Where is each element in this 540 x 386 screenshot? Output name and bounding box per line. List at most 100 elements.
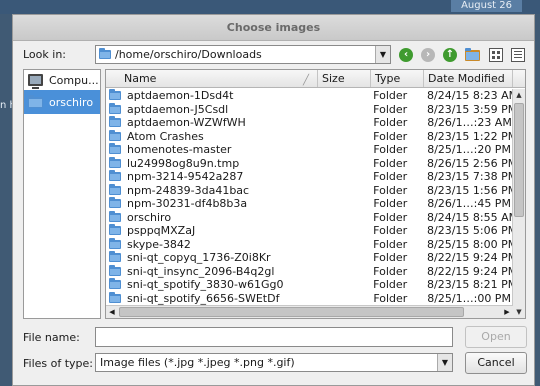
table-row[interactable]: psppqMXZaJ Folder 8/23/15 5:06 PM bbox=[106, 224, 518, 238]
vertical-scrollbar[interactable]: ▲ ▼ bbox=[512, 89, 525, 318]
file-type-cell: Folder bbox=[373, 210, 408, 224]
scroll-right-icon[interactable]: ▶ bbox=[501, 306, 513, 318]
file-size-cell bbox=[317, 103, 370, 117]
folder-icon bbox=[109, 170, 121, 182]
file-name-text: lu24998og8u9n.tmp bbox=[127, 156, 240, 170]
background-window-bar: August 26 bbox=[0, 0, 540, 14]
chevron-down-icon[interactable]: ▼ bbox=[375, 46, 390, 63]
file-name-text: aptdaemon-WZWfWH bbox=[127, 116, 246, 129]
folder-icon bbox=[109, 183, 121, 195]
folder-icon bbox=[109, 197, 121, 209]
folder-icon bbox=[109, 210, 121, 222]
chevron-down-icon[interactable]: ▼ bbox=[437, 354, 452, 371]
table-row[interactable]: sni-qt_spotify_3830-w61Gg0 Folder 8/23/15 … bbox=[106, 278, 517, 292]
scroll-down-icon[interactable]: ▼ bbox=[513, 306, 525, 318]
file-name-cell: sni-qt_spotify_6656-SWEtDf bbox=[106, 292, 317, 306]
folder-icon bbox=[109, 224, 121, 236]
file-list: Name ╱ Size Type Date Modified aptdaemon… bbox=[105, 69, 526, 319]
file-name-text: skype-3842 bbox=[127, 237, 191, 251]
file-type-cell: Folder bbox=[373, 89, 408, 102]
file-name-text: psppqMXZaJ bbox=[127, 224, 196, 237]
file-name-text: Atom Crashes bbox=[127, 129, 204, 143]
cancel-button[interactable]: Cancel bbox=[465, 352, 527, 374]
file-name-text: sni-qt_spotify_3830-w61Gg0 bbox=[127, 278, 284, 291]
table-row[interactable]: sni-qt_insync_2096-B4q2gl Folder 8/22/15 9… bbox=[106, 265, 517, 279]
folder-icon bbox=[109, 237, 121, 249]
file-size-cell bbox=[317, 238, 370, 252]
horizontal-scroll-thumb[interactable] bbox=[119, 307, 464, 317]
file-name-cell: sni-qt_insync_2096-B4q2gl bbox=[106, 265, 317, 279]
places-sidebar: Compu... orschiro bbox=[23, 69, 101, 319]
column-name-label: Name bbox=[124, 72, 157, 85]
file-rows: aptdaemon-1Dsd4t Folder 8/24/15 8:23 AM apt… bbox=[106, 89, 519, 306]
folder-icon bbox=[28, 94, 43, 108]
file-name-text: sni-qt_spotify_6656-SWEtDf bbox=[127, 291, 280, 305]
table-row[interactable]: orschiro Folder 8/24/15 8:55 AM bbox=[106, 210, 519, 225]
parent-directory-button[interactable]: ↑ bbox=[441, 46, 459, 64]
new-folder-button[interactable] bbox=[463, 46, 481, 64]
file-type-cell: Folder bbox=[373, 156, 408, 170]
file-name-input[interactable] bbox=[95, 327, 453, 347]
table-row[interactable]: sni-qt_copyq_1736-Z0i8Kr Folder 8/22/15 9:… bbox=[106, 251, 517, 265]
vertical-scroll-thumb[interactable] bbox=[514, 103, 524, 217]
horizontal-scrollbar[interactable]: ◀ ▶ bbox=[106, 305, 513, 318]
table-row[interactable]: aptdaemon-WZWfWH Folder 8/26/1…:23 AM bbox=[106, 116, 512, 130]
table-row[interactable]: aptdaemon-1Dsd4t Folder 8/24/15 8:23 AM bbox=[106, 89, 518, 103]
column-header-type[interactable]: Type bbox=[371, 70, 424, 87]
table-row[interactable]: sni-qt_spotify_6656-SWEtDf Folder 8/25/1…:… bbox=[106, 292, 512, 306]
file-name-label: File name: bbox=[23, 331, 80, 344]
files-of-type-value: Image files (*.jpg *.jpeg *.png *.gif) bbox=[100, 356, 295, 369]
sidebar-item-orschiro[interactable]: orschiro bbox=[24, 90, 100, 114]
table-row[interactable]: homenotes-master Folder 8/25/1…:20 PM bbox=[106, 143, 512, 157]
list-view-icon bbox=[511, 48, 525, 62]
file-name-cell: skype-3842 bbox=[106, 238, 317, 252]
table-row[interactable]: skype-3842 Folder 8/25/15 8:00 PM bbox=[106, 237, 517, 252]
new-folder-icon bbox=[464, 47, 480, 61]
file-name-cell: aptdaemon-J5Csdl bbox=[106, 103, 317, 117]
choose-images-dialog: Choose images Look in: /home/orschiro/Do… bbox=[12, 14, 535, 386]
column-header-name[interactable]: Name ╱ bbox=[106, 70, 318, 87]
file-date-cell: 8/23/15 1:22 PM bbox=[427, 129, 518, 143]
folder-icon bbox=[109, 264, 121, 276]
forward-button[interactable]: › bbox=[419, 46, 437, 64]
sidebar-item-computer[interactable]: Compu... bbox=[24, 70, 100, 90]
table-row[interactable]: npm-24839-3da41bac Folder 8/23/15 1:56 PM bbox=[106, 183, 517, 198]
computer-icon bbox=[28, 74, 43, 89]
table-row[interactable]: npm-3214-9542a287 Folder 8/23/15 7:38 PM bbox=[106, 170, 517, 184]
table-row[interactable]: lu24998og8u9n.tmp Folder 8/26/15 2:56 PM bbox=[106, 156, 517, 171]
back-button[interactable]: ‹ bbox=[397, 46, 415, 64]
scroll-left-icon[interactable]: ◀ bbox=[106, 306, 118, 318]
file-name-cell: psppqMXZaJ bbox=[106, 224, 317, 238]
file-type-cell: Folder bbox=[373, 237, 408, 251]
file-name-text: sni-qt_insync_2096-B4q2gl bbox=[127, 264, 275, 278]
table-row[interactable]: aptdaemon-J5Csdl Folder 8/23/15 3:59 PM bbox=[106, 103, 517, 117]
file-name-cell: orschiro bbox=[106, 211, 317, 225]
look-in-path: /home/orschiro/Downloads bbox=[115, 48, 262, 61]
detail-view-button[interactable] bbox=[509, 46, 527, 64]
background-date-label: August 26 bbox=[451, 0, 522, 12]
column-header-date-modified[interactable]: Date Modified bbox=[424, 70, 513, 87]
file-size-cell bbox=[317, 265, 370, 279]
file-date-cell: 8/23/15 5:06 PM bbox=[427, 224, 518, 237]
sidebar-item-label: Compu... bbox=[49, 73, 99, 87]
file-name-text: npm-30231-df4b8b3a bbox=[127, 197, 248, 210]
look-in-combo[interactable]: /home/orschiro/Downloads ▼ bbox=[95, 45, 391, 64]
file-type-cell: Folder bbox=[373, 251, 408, 264]
back-arrow-icon: ‹ bbox=[399, 48, 413, 62]
folder-icon bbox=[99, 48, 111, 59]
file-type-cell: Folder bbox=[373, 183, 408, 197]
folder-icon bbox=[109, 102, 121, 114]
file-size-cell bbox=[317, 89, 370, 103]
column-header-size[interactable]: Size bbox=[318, 70, 371, 87]
file-size-cell bbox=[317, 130, 370, 144]
file-size-cell bbox=[317, 184, 370, 198]
file-date-cell: 8/24/15 8:55 AM bbox=[427, 210, 519, 224]
open-button[interactable]: Open bbox=[465, 326, 527, 348]
dialog-title: Choose images bbox=[13, 15, 534, 41]
scroll-up-icon[interactable]: ▲ bbox=[513, 89, 525, 101]
files-of-type-combo[interactable]: Image files (*.jpg *.jpeg *.png *.gif) ▼ bbox=[95, 353, 453, 372]
table-row[interactable]: npm-30231-df4b8b3a Folder 8/26/1…:45 PM bbox=[106, 197, 512, 211]
file-name-text: aptdaemon-J5Csdl bbox=[127, 102, 229, 116]
table-row[interactable]: Atom Crashes Folder 8/23/15 1:22 PM bbox=[106, 129, 518, 144]
icon-view-button[interactable] bbox=[487, 46, 505, 64]
